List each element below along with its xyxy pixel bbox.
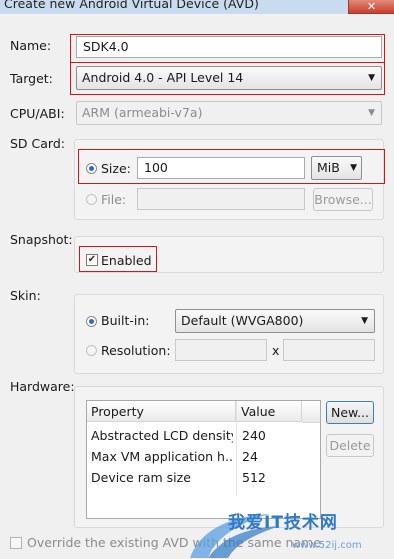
snapshot-label: Snapshot: <box>10 232 73 247</box>
size-unit-select[interactable]: MiB ▼ <box>311 156 362 180</box>
column-divider <box>236 401 237 496</box>
close-icon: ✕ <box>366 0 377 13</box>
resolution-radio[interactable] <box>86 345 97 356</box>
cpu-abi-value: ARM (armeabi-v7a) <box>82 105 203 120</box>
chevron-down-icon: ▼ <box>350 163 357 173</box>
table-row-value[interactable]: 512 <box>242 467 300 488</box>
new-hardware-button[interactable]: New... <box>326 401 374 424</box>
table-row-value[interactable]: 24 <box>242 446 300 467</box>
column-header-value[interactable]: Value <box>236 401 302 422</box>
size-unit-value: MiB <box>317 160 340 175</box>
builtin-radio[interactable] <box>86 316 97 327</box>
cpu-abi-select: ARM (armeabi-v7a) ▼ <box>76 101 382 125</box>
close-button[interactable]: ✕ <box>348 0 394 14</box>
builtin-skin-value: Default (WVGA800) <box>181 313 304 328</box>
builtin-label: Built-in: <box>101 313 150 328</box>
file-input <box>137 188 305 210</box>
resolution-label: Resolution: <box>101 343 171 358</box>
watermark-text: 我爱IT技术网 <box>228 513 338 533</box>
skin-label: Skin: <box>10 288 41 303</box>
name-label: Name: <box>10 38 52 53</box>
checkmark-icon: ✔ <box>87 254 97 265</box>
chevron-down-icon: ▼ <box>368 73 375 83</box>
target-select[interactable]: Android 4.0 - API Level 14 ▼ <box>76 66 382 90</box>
file-label: File: <box>101 192 127 207</box>
cpu-abi-label: CPU/ABI: <box>10 106 65 121</box>
column-header-property[interactable]: Property <box>87 401 236 422</box>
chevron-down-icon: ▼ <box>368 108 375 118</box>
enabled-checkbox[interactable]: ✔ <box>86 254 98 266</box>
name-input[interactable]: SDK4.0 <box>76 36 382 58</box>
resolution-height-input <box>283 339 375 361</box>
sdcard-label: SD Card: <box>10 136 65 151</box>
resolution-x-label: x <box>272 343 280 358</box>
delete-hardware-button: Delete <box>326 434 374 457</box>
title-bar: Create new Android Virtual Device (AVD) <box>0 0 394 14</box>
table-row-property[interactable]: Abstracted LCD density <box>91 425 233 446</box>
hardware-label: Hardware: <box>10 379 75 394</box>
file-radio[interactable] <box>86 194 97 205</box>
chevron-down-icon: ▼ <box>361 316 368 326</box>
size-input[interactable]: 100 <box>137 157 305 179</box>
window-title: Create new Android Virtual Device (AVD) <box>4 0 259 11</box>
watermark-url: www.52ij.com <box>292 540 362 551</box>
hardware-table[interactable]: Property Value Abstracted LCD density 24… <box>86 400 321 519</box>
enabled-label: Enabled <box>101 253 152 268</box>
size-label: Size: <box>101 161 131 176</box>
table-row-property[interactable]: Device ram size <box>91 467 233 488</box>
column-header-filler <box>302 401 320 423</box>
skin-group <box>74 294 384 374</box>
override-checkbox[interactable] <box>10 537 22 549</box>
target-label: Target: <box>10 71 53 86</box>
target-select-value: Android 4.0 - API Level 14 <box>82 70 244 85</box>
table-row-value[interactable]: 240 <box>242 425 300 446</box>
size-radio[interactable] <box>86 163 97 174</box>
builtin-skin-select[interactable]: Default (WVGA800) ▼ <box>175 309 375 333</box>
resolution-width-input <box>175 339 267 361</box>
browse-button: Browse... <box>313 188 373 211</box>
table-row-property[interactable]: Max VM application h... <box>91 446 233 467</box>
